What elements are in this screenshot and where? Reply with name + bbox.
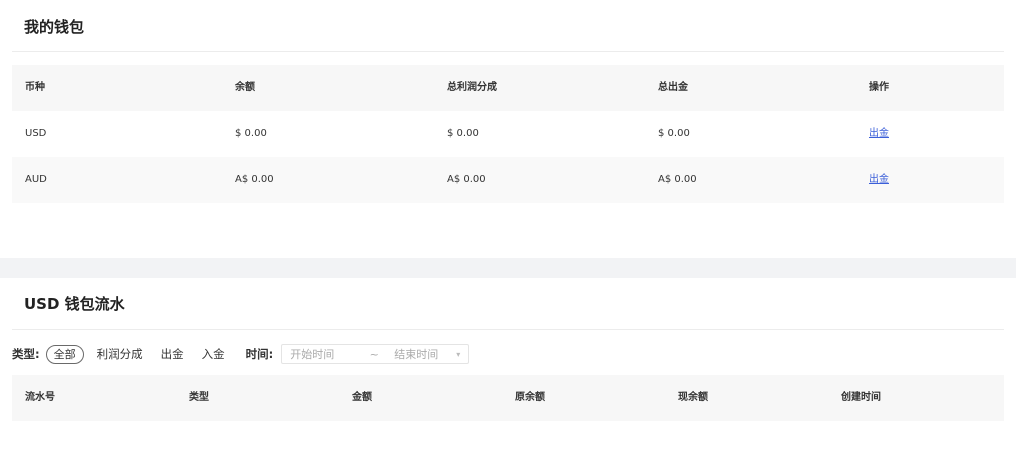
- wallet-section: 我的钱包 币种 余额 总利润分成 总出金 操作 USD $ 0.00 $ 0.0…: [0, 0, 1016, 258]
- col-total-withdrawal: 总出金: [658, 82, 688, 93]
- end-date-input[interactable]: 结束时间: [390, 346, 448, 362]
- wallet-table-header: 币种 余额 总利润分成 总出金 操作: [12, 65, 1004, 111]
- currency-cell: USD: [25, 128, 47, 139]
- col-balance: 余额: [235, 82, 255, 93]
- range-separator: ~: [369, 347, 379, 361]
- type-filter-label: 类型:: [12, 347, 40, 361]
- total-withdrawal-cell: $ 0.00: [658, 128, 690, 139]
- col-serial-no: 流水号: [25, 392, 55, 403]
- flow-divider: [12, 329, 1004, 330]
- type-option-deposit[interactable]: 入金: [202, 346, 225, 362]
- chevron-down-icon[interactable]: ▾: [448, 350, 468, 359]
- flow-table-header: 流水号 类型 金额 原余额 现余额 创建时间: [12, 375, 1004, 421]
- col-profit-share: 总利润分成: [447, 82, 497, 93]
- balance-cell: A$ 0.00: [235, 174, 274, 185]
- wallet-table: 币种 余额 总利润分成 总出金 操作 USD $ 0.00 $ 0.00 $ 0…: [12, 65, 1004, 203]
- profit-share-cell: A$ 0.00: [447, 174, 486, 185]
- col-action: 操作: [869, 82, 889, 93]
- wallet-divider: [12, 51, 1004, 52]
- type-option-all[interactable]: 全部: [45, 344, 84, 364]
- col-previous-balance: 原余额: [515, 392, 545, 403]
- col-created-time: 创建时间: [841, 392, 881, 403]
- balance-cell: $ 0.00: [235, 128, 267, 139]
- flow-table: 流水号 类型 金额 原余额 现余额 创建时间: [12, 375, 1004, 421]
- section-gap: [0, 258, 1016, 278]
- total-withdrawal-cell: A$ 0.00: [658, 174, 697, 185]
- currency-cell: AUD: [25, 174, 47, 185]
- col-currency: 币种: [25, 82, 45, 93]
- wallet-flow-section: USD 钱包流水 类型: 全部 利润分成 出金 入金 时间: 开始时间 ~ 结束…: [0, 278, 1016, 464]
- col-current-balance: 现余额: [678, 392, 708, 403]
- col-type: 类型: [189, 392, 209, 403]
- start-date-input[interactable]: 开始时间: [282, 346, 358, 362]
- wallet-title: 我的钱包: [24, 18, 85, 36]
- table-row: AUD A$ 0.00 A$ 0.00 A$ 0.00 出金: [12, 157, 1004, 203]
- col-amount: 金额: [352, 392, 372, 403]
- withdraw-link-aud[interactable]: 出金: [869, 157, 889, 203]
- date-range-picker[interactable]: 开始时间 ~ 结束时间 ▾: [281, 344, 470, 364]
- time-filter-label: 时间:: [245, 347, 274, 361]
- withdraw-link-usd[interactable]: 出金: [869, 111, 889, 157]
- table-row: USD $ 0.00 $ 0.00 $ 0.00 出金: [12, 111, 1004, 157]
- type-option-profit-share[interactable]: 利润分成: [97, 346, 143, 362]
- type-option-withdrawal[interactable]: 出金: [161, 346, 184, 362]
- filter-bar: 类型: 全部 利润分成 出金 入金 时间: 开始时间 ~ 结束时间 ▾: [12, 343, 470, 365]
- profit-share-cell: $ 0.00: [447, 128, 479, 139]
- flow-title: USD 钱包流水: [24, 295, 125, 313]
